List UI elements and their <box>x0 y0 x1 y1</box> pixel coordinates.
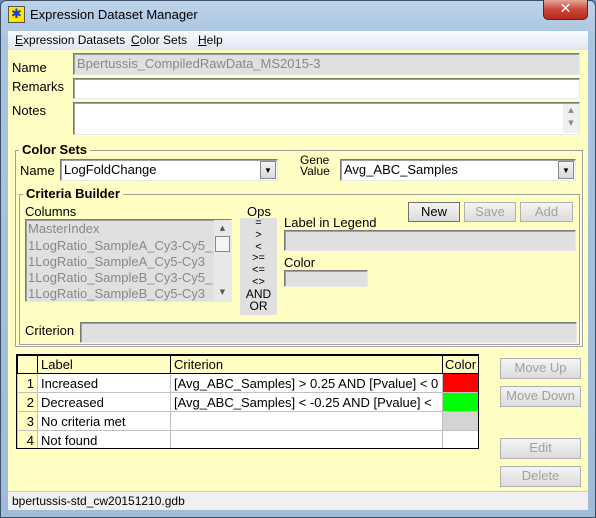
table-row[interactable]: 4 Not found <box>17 430 478 448</box>
name-field[interactable]: Bpertussis_CompiledRawData_MS2015-3 <box>73 53 580 75</box>
row-number: 4 <box>17 430 38 448</box>
table-row[interactable]: 1 Increased [Avg_ABC_Samples] > 0.25 AND… <box>17 373 478 393</box>
op-greater[interactable]: > <box>240 229 277 242</box>
chevron-down-icon[interactable]: ▼ <box>558 161 574 179</box>
row-color[interactable] <box>442 392 478 412</box>
menu-bar: Expression Datasets Color Sets Help <box>8 31 588 50</box>
window-title: Expression Dataset Manager <box>30 7 198 22</box>
criteria-table[interactable]: Label Criterion Color 1 Increased [Avg_A… <box>16 354 479 449</box>
gene-value-label-line2: Value <box>300 164 330 178</box>
header-criterion[interactable]: Criterion <box>170 355 443 374</box>
move-up-button[interactable]: Move Up <box>500 358 581 379</box>
notes-field[interactable] <box>73 102 580 135</box>
new-button[interactable]: New <box>408 202 460 222</box>
color-set-name-dropdown[interactable]: LogFoldChange ▼ <box>60 159 278 181</box>
remarks-field[interactable] <box>73 78 580 99</box>
label-in-legend-label: Label in Legend <box>284 215 377 230</box>
column-item[interactable]: 1LogRatio_SampleA_Cy5-Cy3 <box>26 254 214 270</box>
column-item[interactable]: 1LogRatio_SampleA_Cy3-Cy5_ <box>26 238 214 254</box>
color-label: Color <box>284 255 316 270</box>
menu-label: Help <box>198 33 223 47</box>
row-color[interactable] <box>442 411 478 431</box>
column-item[interactable]: 1LogRatio_SampleB_Cy3-Cy5_ <box>26 270 214 286</box>
row-label[interactable]: Not found <box>37 430 171 448</box>
delete-button[interactable]: Delete <box>500 466 581 487</box>
criteria-builder-title: Criteria Builder <box>23 186 123 201</box>
color-set-name-value: LogFoldChange <box>64 162 157 177</box>
menu-help[interactable]: Help <box>198 33 223 47</box>
criterion-field[interactable] <box>80 322 577 343</box>
save-button[interactable]: Save <box>464 202 516 222</box>
table-header: Label Criterion Color <box>17 355 478 374</box>
row-criterion[interactable] <box>170 430 443 448</box>
gene-value-dropdown[interactable]: Avg_ABC_Samples ▼ <box>340 159 576 181</box>
move-down-button[interactable]: Move Down <box>500 386 581 407</box>
op-or[interactable]: OR <box>240 300 277 313</box>
columns-list[interactable]: MasterIndex 1LogRatio_SampleA_Cy3-Cy5_ 1… <box>25 219 232 302</box>
row-label[interactable]: Decreased <box>37 392 171 412</box>
row-color[interactable] <box>442 373 478 393</box>
row-color[interactable] <box>442 430 478 448</box>
chevron-down-icon[interactable]: ▼ <box>260 161 276 179</box>
ops-list[interactable]: = > < >= <= <> AND OR <box>240 217 277 315</box>
table-row[interactable]: 2 Decreased [Avg_ABC_Samples] < -0.25 AN… <box>17 392 478 412</box>
notes-scrollbar[interactable]: ▲ ▼ <box>563 104 579 133</box>
menu-label: Color Sets <box>131 33 188 47</box>
row-label[interactable]: No criteria met <box>37 411 171 431</box>
status-bar: bpertussis-std_cw20151210.gdb <box>8 491 588 510</box>
menu-expression-datasets[interactable]: Expression Datasets <box>15 33 125 47</box>
header-label[interactable]: Label <box>37 355 171 374</box>
gene-value-label: Gene Value <box>300 154 330 178</box>
edit-button[interactable]: Edit <box>500 438 581 459</box>
criterion-label: Criterion <box>25 323 75 338</box>
row-criterion[interactable] <box>170 411 443 431</box>
row-number: 1 <box>17 373 38 393</box>
menu-label: Expression Datasets <box>15 33 126 47</box>
label-in-legend-field[interactable] <box>284 230 576 251</box>
name-label: Name <box>12 60 47 75</box>
color-set-name-label: Name <box>20 163 55 178</box>
column-item[interactable]: MasterIndex <box>26 220 214 238</box>
scroll-down-icon[interactable]: ▼ <box>214 288 231 296</box>
color-swatch-field[interactable] <box>284 270 368 287</box>
columns-scrollbar[interactable]: ▲ ▼ <box>214 220 231 301</box>
row-number: 2 <box>17 392 38 412</box>
table-row[interactable]: 3 No criteria met <box>17 411 478 431</box>
add-button[interactable]: Add <box>520 202 573 222</box>
row-label[interactable]: Increased <box>37 373 171 393</box>
row-criterion[interactable]: [Avg_ABC_Samples] > 0.25 AND [Pvalue] < … <box>170 373 443 393</box>
row-criterion[interactable]: [Avg_ABC_Samples] < -0.25 AND [Pvalue] < <box>170 392 443 412</box>
status-text: bpertussis-std_cw20151210.gdb <box>12 494 185 508</box>
column-item[interactable]: 1LogRatio_SampleB_Cy5-Cy3 <box>26 286 214 301</box>
columns-label: Columns <box>25 204 77 219</box>
menu-color-sets[interactable]: Color Sets <box>131 33 187 47</box>
color-sets-title: Color Sets <box>19 142 91 157</box>
close-button[interactable]: ✕ <box>543 0 588 20</box>
row-number: 3 <box>17 411 38 431</box>
header-color[interactable]: Color <box>442 355 478 374</box>
header-corner <box>17 355 38 374</box>
remarks-label: Remarks <box>12 79 65 94</box>
scroll-thumb[interactable] <box>215 236 230 252</box>
gene-value-value: Avg_ABC_Samples <box>344 162 458 177</box>
scroll-up-icon[interactable]: ▲ <box>214 224 231 232</box>
app-icon: ✱ <box>8 6 25 23</box>
notes-label: Notes <box>12 103 46 118</box>
